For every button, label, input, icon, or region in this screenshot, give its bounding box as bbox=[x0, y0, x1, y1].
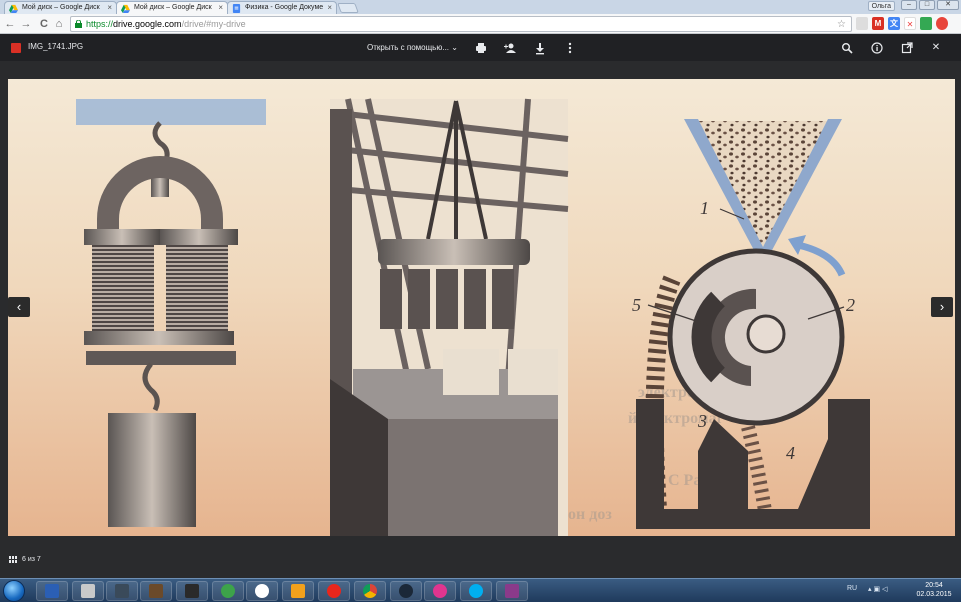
open-with-button[interactable]: Открыть с помощью... ⌄ bbox=[367, 43, 458, 52]
url-scheme: https:// bbox=[86, 19, 114, 29]
open-in-new-window-icon[interactable] bbox=[900, 41, 914, 55]
print-icon[interactable] bbox=[474, 41, 488, 55]
taskbar-skype-icon[interactable] bbox=[460, 581, 492, 601]
url-host: drive.google.com bbox=[113, 19, 182, 29]
photo-textbook-electromagnet-figure: электромагн й электромаг С Ра он доз 1 5… bbox=[8, 79, 955, 536]
url-path: /drive/#my-drive bbox=[181, 19, 246, 29]
close-window-button[interactable]: ✕ bbox=[937, 0, 959, 10]
address-bar[interactable]: https://drive.google.com/drive/#my-drive… bbox=[70, 16, 852, 32]
image-file-icon bbox=[11, 43, 21, 53]
label-5: 5 bbox=[632, 295, 641, 315]
bookmark-star-icon[interactable]: ☆ bbox=[837, 18, 846, 32]
previous-image-button[interactable]: ‹ bbox=[8, 297, 30, 317]
open-with-label: Открыть с помощью... bbox=[367, 43, 450, 52]
page-indicator[interactable]: 6 из 7 bbox=[9, 554, 41, 564]
google-drive-icon bbox=[9, 4, 18, 13]
extension-icon[interactable] bbox=[856, 17, 868, 30]
tab-title: Мой диск – Google Диск bbox=[134, 4, 212, 11]
background-text-line: С Ра bbox=[668, 472, 701, 489]
taskbar-tree-app-icon[interactable] bbox=[212, 581, 244, 601]
maximize-button[interactable]: □ bbox=[919, 0, 935, 10]
drive-viewer-header: IMG_1741.JPG Открыть с помощью... ⌄ ✕ bbox=[0, 35, 961, 61]
window-controls: – □ ✕ bbox=[901, 0, 959, 10]
browser-tab-active[interactable]: Мой диск – Google Диск × bbox=[116, 1, 228, 15]
zoom-icon[interactable] bbox=[840, 41, 854, 55]
add-person-icon[interactable] bbox=[503, 41, 517, 55]
google-docs-icon bbox=[232, 4, 241, 13]
taskbar-game-3-icon[interactable] bbox=[176, 581, 208, 601]
label-1: 1 bbox=[700, 198, 709, 218]
back-button[interactable]: ← bbox=[4, 18, 16, 30]
taskbar-game-2-icon[interactable] bbox=[140, 581, 172, 601]
clock-time: 20:54 bbox=[925, 582, 943, 589]
taskbar-opera-icon[interactable] bbox=[318, 581, 350, 601]
page-indicator-text: 6 из 7 bbox=[22, 555, 41, 563]
label-3: 3 bbox=[697, 411, 707, 431]
taskbar-winrar-icon[interactable] bbox=[496, 581, 528, 601]
system-clock[interactable]: 20:54 02.03.2015 bbox=[914, 581, 954, 599]
browser-tab[interactable]: Мой диск – Google Диск × bbox=[4, 1, 117, 14]
opera-turbo-icon[interactable] bbox=[936, 17, 948, 30]
browser-toolbar: ← → C ⌂ https://drive.google.com/drive/#… bbox=[0, 14, 961, 34]
label-4: 4 bbox=[786, 443, 795, 463]
tab-title: Физика - Google Докуме bbox=[245, 4, 324, 11]
home-button[interactable]: ⌂ bbox=[53, 18, 65, 30]
clock-date: 02.03.2015 bbox=[916, 591, 952, 598]
minimize-button[interactable]: – bbox=[901, 0, 917, 10]
next-image-button[interactable]: › bbox=[931, 297, 953, 317]
file-name: IMG_1741.JPG bbox=[28, 42, 84, 51]
browser-tab-strip: Мой диск – Google Диск × Мой диск – Goog… bbox=[0, 0, 961, 15]
taskbar-word-icon[interactable] bbox=[36, 581, 68, 601]
crane-electromagnet-drawing bbox=[330, 98, 569, 536]
taskbar-chat-icon[interactable] bbox=[246, 581, 278, 601]
tab-title: Мой диск – Google Диск bbox=[22, 4, 100, 11]
tray-icons[interactable]: ▴ ▣ ◁ bbox=[868, 585, 887, 593]
taskbar-itunes-icon[interactable] bbox=[424, 581, 456, 601]
lock-icon bbox=[75, 20, 82, 28]
tab-close-icon[interactable]: × bbox=[218, 2, 223, 14]
grid-icon bbox=[9, 555, 18, 563]
new-tab-button[interactable] bbox=[337, 3, 359, 13]
chevron-down-icon: ⌄ bbox=[451, 43, 458, 52]
image-viewer-stage: электромагн й электромаг С Ра он доз 1 5… bbox=[0, 61, 961, 578]
tab-close-icon[interactable]: × bbox=[327, 2, 332, 14]
background-text-line: он доз bbox=[568, 506, 612, 523]
taskbar-game-1-icon[interactable] bbox=[106, 581, 138, 601]
extension-green-icon[interactable] bbox=[920, 17, 932, 30]
profile-name[interactable]: Ольга bbox=[867, 1, 895, 11]
adblock-icon[interactable]: ✕ bbox=[904, 17, 916, 30]
taskbar-counter-strike-icon[interactable] bbox=[72, 581, 104, 601]
info-icon[interactable] bbox=[870, 41, 884, 55]
download-icon[interactable] bbox=[533, 41, 547, 55]
taskbar-steam-icon[interactable] bbox=[390, 581, 422, 601]
translate-icon[interactable]: 文 bbox=[888, 17, 900, 30]
gmail-icon[interactable]: M bbox=[872, 17, 884, 30]
language-indicator[interactable]: RU bbox=[847, 585, 857, 592]
google-drive-icon bbox=[121, 4, 130, 13]
taskbar-notes-icon[interactable] bbox=[282, 581, 314, 601]
taskbar-chrome-icon[interactable] bbox=[354, 581, 386, 601]
more-options-icon[interactable] bbox=[563, 41, 577, 55]
browser-tab[interactable]: Физика - Google Докуме × bbox=[227, 1, 337, 14]
close-viewer-button[interactable]: ✕ bbox=[929, 41, 943, 55]
reload-button[interactable]: C bbox=[38, 18, 50, 30]
start-button[interactable] bbox=[3, 580, 25, 602]
tab-close-icon[interactable]: × bbox=[107, 2, 112, 14]
label-2: 2 bbox=[846, 295, 855, 315]
windows-taskbar: RU ▴ ▣ ◁ 20:54 02.03.2015 bbox=[0, 578, 961, 602]
forward-button[interactable]: → bbox=[20, 18, 32, 30]
